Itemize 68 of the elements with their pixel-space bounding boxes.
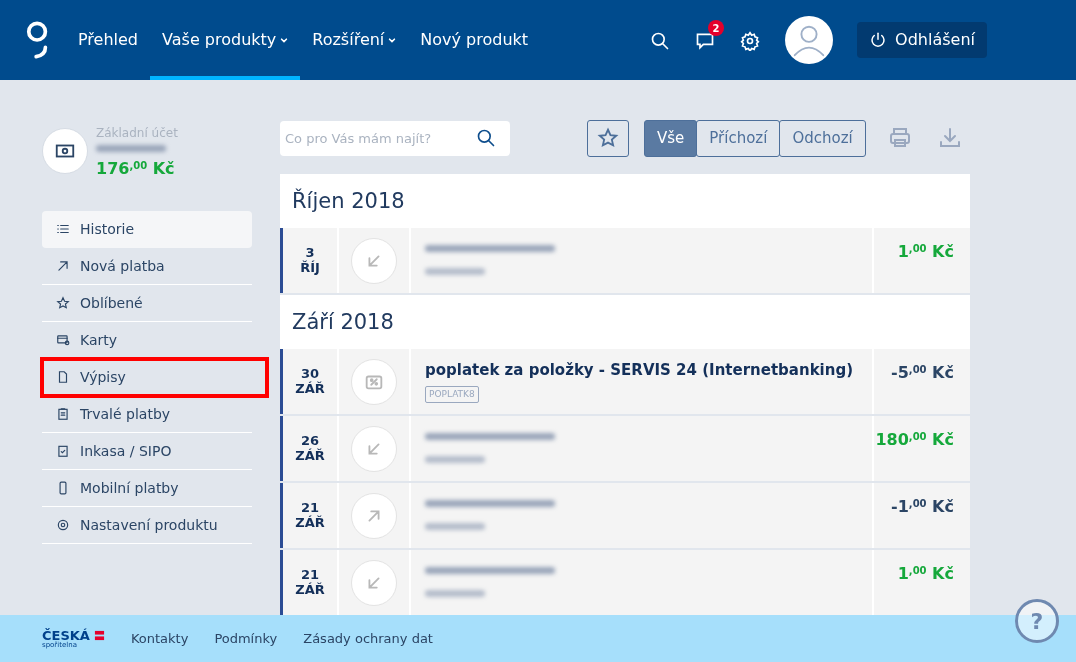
settings-icon bbox=[56, 518, 70, 532]
sidebar-item[interactable]: Oblíbené bbox=[42, 285, 252, 322]
sidebar-item[interactable]: Karty bbox=[42, 322, 252, 359]
month-heading: Září 2018 bbox=[280, 295, 970, 349]
nav-link[interactable]: Přehled bbox=[66, 0, 151, 80]
redacted-text bbox=[425, 590, 485, 597]
transaction-title: poplatek za položky - SERVIS 24 (Internetbanking) bbox=[425, 360, 855, 381]
date-day: 21 bbox=[300, 500, 320, 516]
footer-link[interactable]: Podmínky bbox=[214, 628, 278, 649]
date-month: ZÁŘ bbox=[295, 448, 325, 464]
search-icon bbox=[476, 127, 496, 148]
transaction-row[interactable]: 21 ZÁŘ 1$^{,00}$ Kč bbox=[280, 550, 970, 615]
transaction-row[interactable]: 21 ZÁŘ -1$^{,00}$ Kč bbox=[280, 483, 970, 548]
search-field[interactable]: Co pro Vás mám najít? bbox=[280, 120, 510, 156]
favorite-button[interactable] bbox=[587, 119, 629, 157]
date-day: 21 bbox=[300, 567, 320, 583]
transaction-amount: -1$^{,00}$ Kč bbox=[890, 496, 955, 518]
sidebar-item[interactable]: Trvalé platby bbox=[42, 396, 252, 433]
transaction-amount: 180$^{,00}$ Kč bbox=[874, 429, 955, 451]
date-month: ZÁŘ bbox=[295, 582, 325, 598]
transaction-row[interactable]: 30 ZÁŘ poplatek za položky - SERVIS 24 (Internetbanking) POPLATK8 -5$^{,00}$ Kč bbox=[280, 349, 970, 414]
category-tag: POPLATK8 bbox=[425, 385, 479, 403]
notification-count: 2 bbox=[708, 20, 725, 36]
transaction-amount: 1$^{,00}$ Kč bbox=[896, 241, 955, 263]
date-day: 30 bbox=[300, 366, 320, 382]
redacted-text bbox=[425, 456, 485, 463]
redacted-text bbox=[425, 523, 485, 530]
sidebar-item[interactable]: Mobilní platby bbox=[42, 470, 252, 507]
sidebar-item[interactable]: Nastavení produktu bbox=[42, 507, 252, 544]
phone-icon bbox=[56, 481, 70, 495]
logo-icon bbox=[26, 20, 50, 60]
sidebar-item[interactable]: Výpisy bbox=[42, 359, 267, 396]
avatar-button[interactable] bbox=[785, 16, 834, 64]
search-icon bbox=[650, 30, 671, 51]
document-icon bbox=[56, 370, 70, 384]
nav-link[interactable]: Rozšíření bbox=[300, 0, 409, 80]
nav-link[interactable]: Nový produkt bbox=[408, 0, 541, 80]
date-month: ZÁŘ bbox=[295, 515, 325, 531]
arrow-icon bbox=[56, 259, 70, 273]
s-emblem-icon bbox=[93, 629, 105, 641]
transaction-amount: -5$^{,00}$ Kč bbox=[890, 362, 955, 384]
checklist-icon bbox=[56, 444, 70, 458]
settings-icon bbox=[740, 30, 761, 51]
card-icon bbox=[56, 333, 70, 347]
transaction-row[interactable]: 26 ZÁŘ 180$^{,00}$ Kč bbox=[280, 416, 970, 481]
nav-link[interactable]: Vaše produkty bbox=[150, 0, 301, 80]
filter-tab[interactable]: Odchozí bbox=[779, 119, 866, 157]
footer-link[interactable]: Kontakty bbox=[130, 628, 189, 649]
sidebar-item[interactable]: Historie bbox=[42, 211, 252, 248]
clipboard-icon bbox=[56, 407, 70, 421]
month-heading: Říjen 2018 bbox=[280, 174, 970, 228]
list-icon bbox=[56, 222, 70, 236]
sidebar-item[interactable]: Nová platba bbox=[42, 248, 252, 285]
redacted-text bbox=[425, 268, 485, 275]
power-icon bbox=[869, 31, 888, 49]
date-day: 3 bbox=[305, 245, 315, 261]
account-balance: 176$^{,00}$ Kč bbox=[96, 158, 176, 180]
sidebar-item[interactable]: Inkasa / SIPO bbox=[42, 433, 252, 470]
transaction-row[interactable]: 3 ŘÍJ 1$^{,00}$ Kč bbox=[280, 228, 970, 293]
footer-link[interactable]: Zásady ochrany dat bbox=[303, 628, 433, 649]
star-icon bbox=[56, 296, 70, 310]
filter-tab[interactable]: Vše bbox=[644, 119, 698, 157]
date-month: ŘÍJ bbox=[300, 260, 320, 276]
star-icon bbox=[597, 127, 619, 150]
logout-button[interactable]: Odhlášení bbox=[857, 22, 987, 58]
transaction-amount: 1$^{,00}$ Kč bbox=[896, 563, 955, 585]
date-day: 26 bbox=[300, 433, 320, 449]
date-month: ZÁŘ bbox=[295, 381, 325, 397]
